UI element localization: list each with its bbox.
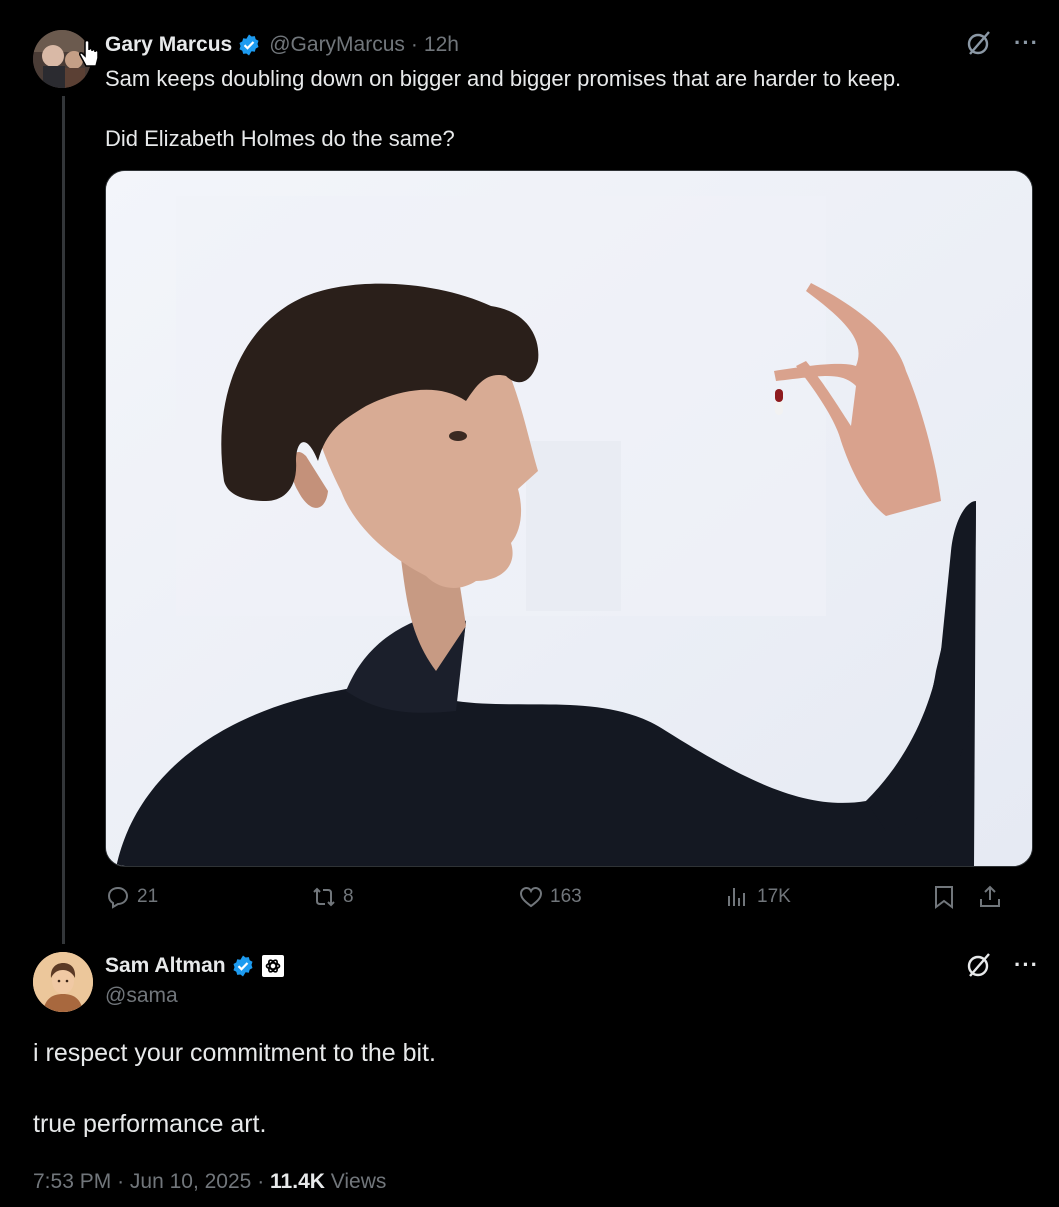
like-button[interactable]: 163 (518, 884, 582, 910)
separator-dot: · (257, 1170, 265, 1193)
separator-dot: · (117, 1170, 125, 1193)
grok-icon[interactable] (966, 30, 992, 56)
reply-header: Sam Altman (105, 952, 285, 980)
reply-text-line: i respect your commitment to the bit. (33, 1039, 436, 1067)
post-time[interactable]: 12h (424, 33, 459, 57)
thread-connector-line (62, 96, 65, 944)
author-handle[interactable]: @GaryMarcus (269, 33, 405, 57)
hand-cursor-icon (79, 40, 99, 67)
reply-button[interactable]: 21 (105, 884, 158, 910)
reply-body: i respect your commitment to the bit. tr… (33, 1036, 436, 1178)
sam-altman-avatar[interactable] (33, 952, 93, 1012)
author-name[interactable]: Gary Marcus (105, 33, 232, 57)
reply-meta: 7:53 PM · Jun 10, 2025 · 11.4K Views (33, 1170, 386, 1194)
post-body: Sam keeps doubling down on bigger and bi… (105, 64, 1025, 184)
bookmark-button[interactable] (931, 884, 957, 910)
views-icon (728, 888, 745, 906)
verified-badge-icon[interactable] (237, 33, 261, 57)
reply-icon (107, 886, 129, 909)
post-action-bar: 21 8 163 17K (105, 884, 1025, 918)
like-icon (519, 886, 543, 908)
share-icon (980, 885, 1000, 907)
verified-badge-icon[interactable] (231, 954, 255, 978)
reply-views-count: 11.4K (270, 1170, 325, 1193)
bookmark-icon (935, 886, 953, 909)
post-text-line: Did Elizabeth Holmes do the same? (105, 126, 455, 151)
reply-top-actions: ··· (966, 952, 1039, 978)
reply-author-handle[interactable]: @sama (105, 984, 178, 1008)
reply-time[interactable]: 7:53 PM (33, 1170, 111, 1193)
post-header: Gary Marcus @GaryMarcus · 12h (105, 31, 459, 59)
more-icon[interactable]: ··· (1014, 30, 1039, 56)
reply-views-label: Views (330, 1170, 387, 1193)
more-icon[interactable]: ··· (1014, 952, 1039, 978)
share-button[interactable] (977, 884, 1003, 910)
reply-count: 21 (137, 886, 159, 907)
repost-icon (313, 887, 335, 907)
post-text-line: Sam keeps doubling down on bigger and bi… (105, 66, 902, 91)
separator-dot: · (410, 33, 418, 56)
post-image[interactable] (105, 170, 1033, 867)
repost-button[interactable]: 8 (311, 884, 354, 910)
views-button[interactable]: 17K (725, 884, 791, 910)
reply-text-line: true performance art. (33, 1110, 267, 1138)
reply-date[interactable]: Jun 10, 2025 (130, 1170, 251, 1193)
grok-icon[interactable] (966, 952, 992, 978)
openai-affiliation-icon[interactable] (261, 954, 285, 978)
post-top-actions: ··· (966, 30, 1039, 56)
reply-author-name[interactable]: Sam Altman (105, 954, 226, 978)
like-count: 163 (550, 886, 582, 907)
repost-count: 8 (343, 886, 354, 907)
views-count: 17K (757, 886, 791, 907)
